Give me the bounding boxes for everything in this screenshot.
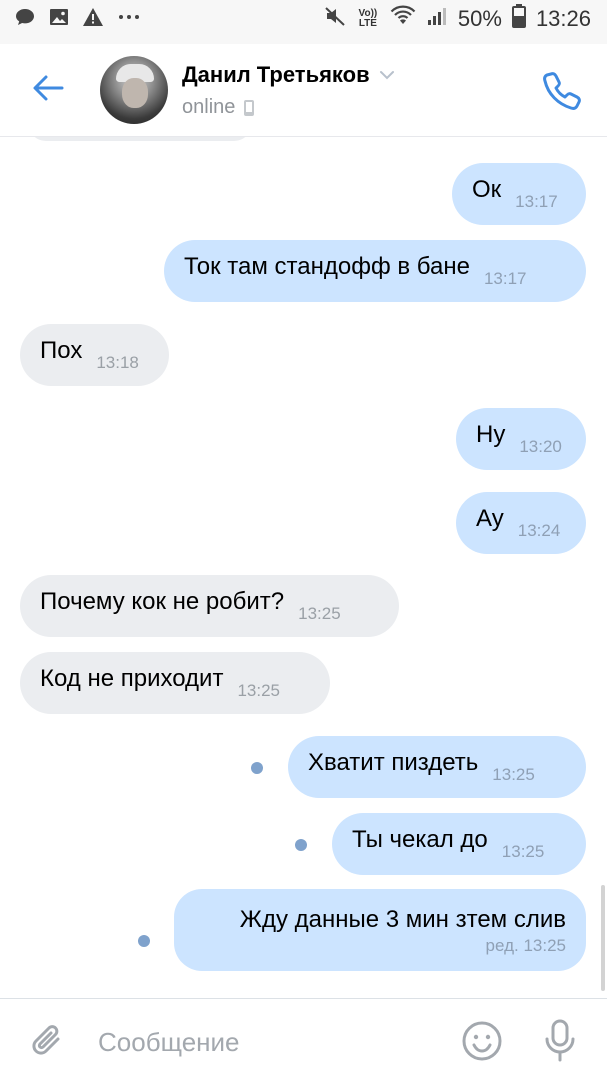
message-text: Ток там стандофф в бане xyxy=(184,253,470,280)
unread-indicator xyxy=(251,762,263,774)
status-bar: Vo)) LTE 50% 13:26 xyxy=(0,0,607,44)
message-text: Ты чекал до xyxy=(352,826,488,853)
chat-bubble-icon xyxy=(14,6,36,33)
message-incoming[interactable]: Пох 13:18 xyxy=(20,324,169,386)
warning-icon xyxy=(82,6,104,33)
more-icon xyxy=(116,6,142,33)
unread-indicator xyxy=(295,839,307,851)
message-outgoing[interactable]: Ты чекал до 13:25 xyxy=(332,813,586,875)
message-text: Хватит пиздеть xyxy=(308,749,479,776)
message-time: 13:25 xyxy=(298,604,341,623)
message-text: Ау xyxy=(476,505,504,532)
message-outgoing[interactable]: Ну 13:20 xyxy=(456,408,586,470)
contact-name-text: Данил Третьяков xyxy=(182,62,370,87)
message-time: 13:20 xyxy=(519,437,562,456)
message-time: 13:25 xyxy=(492,765,535,784)
attach-button[interactable] xyxy=(28,1021,68,1061)
wifi-icon xyxy=(390,5,416,33)
message-outgoing[interactable]: Жду данные 3 мин зтем слив ред. 13:25 xyxy=(174,889,586,971)
phone-icon xyxy=(543,72,581,110)
message-incoming[interactable]: Почему кок не робит? 13:25 xyxy=(20,575,399,637)
message-list[interactable]: Ок 13:17 Ток там стандофф в бане 13:17 П… xyxy=(0,137,607,997)
back-button[interactable] xyxy=(28,68,68,108)
notification-icons xyxy=(14,6,142,33)
message-text: Ну xyxy=(476,421,506,448)
chat-header: Данил Третьяков online xyxy=(0,44,607,137)
message-time: 13:25 xyxy=(501,842,545,861)
message-text: Жду данные 3 мин зтем слив xyxy=(239,906,566,933)
mobile-icon xyxy=(244,99,255,116)
image-icon xyxy=(48,6,70,33)
message-outgoing[interactable]: Хватит пиздеть 13:25 xyxy=(288,736,586,798)
contact-status: online xyxy=(182,96,255,119)
message-text: Код не приходит xyxy=(40,665,224,692)
message-outgoing[interactable]: Ток там стандофф в бане 13:17 xyxy=(164,240,586,302)
voice-message-button[interactable] xyxy=(540,1017,580,1065)
message-incoming[interactable]: Код не приходит 13:25 xyxy=(20,652,330,714)
smiley-icon xyxy=(462,1021,502,1061)
message-input[interactable] xyxy=(96,1019,440,1065)
unread-indicator xyxy=(138,935,150,947)
network-label: Vo)) LTE xyxy=(358,8,378,29)
chevron-down-icon xyxy=(379,71,394,80)
message-time: 13:25 xyxy=(237,681,280,700)
message-time: 13:18 xyxy=(96,353,139,372)
battery-icon xyxy=(511,4,526,34)
message-time: 13:17 xyxy=(483,269,527,288)
system-status: Vo)) LTE 50% 13:26 xyxy=(324,4,591,34)
message-outgoing[interactable]: Ок 13:17 xyxy=(452,163,586,225)
message-composer xyxy=(0,998,607,1081)
message-time: ред. 13:25 xyxy=(485,936,566,955)
battery-percent: 50% xyxy=(457,6,502,31)
partial-message-bubble xyxy=(28,137,252,141)
message-time: 13:17 xyxy=(515,192,558,211)
message-text: Пох xyxy=(40,337,83,364)
message-text: Ок xyxy=(472,176,502,203)
signal-icon xyxy=(426,5,448,33)
call-button[interactable] xyxy=(541,68,581,112)
message-text: Почему кок не робит? xyxy=(40,588,285,615)
microphone-icon xyxy=(545,1019,575,1062)
contact-name[interactable]: Данил Третьяков xyxy=(182,62,396,88)
scrollbar[interactable] xyxy=(601,885,605,991)
emoji-button[interactable] xyxy=(460,1019,504,1063)
avatar[interactable] xyxy=(100,56,168,124)
mute-icon xyxy=(324,5,346,33)
paperclip-icon xyxy=(32,1025,60,1055)
message-time: 13:24 xyxy=(517,521,561,540)
online-status: online xyxy=(182,96,236,118)
clock: 13:26 xyxy=(535,6,591,31)
arrow-left-icon xyxy=(33,75,64,101)
message-outgoing[interactable]: Ау 13:24 xyxy=(456,492,586,554)
